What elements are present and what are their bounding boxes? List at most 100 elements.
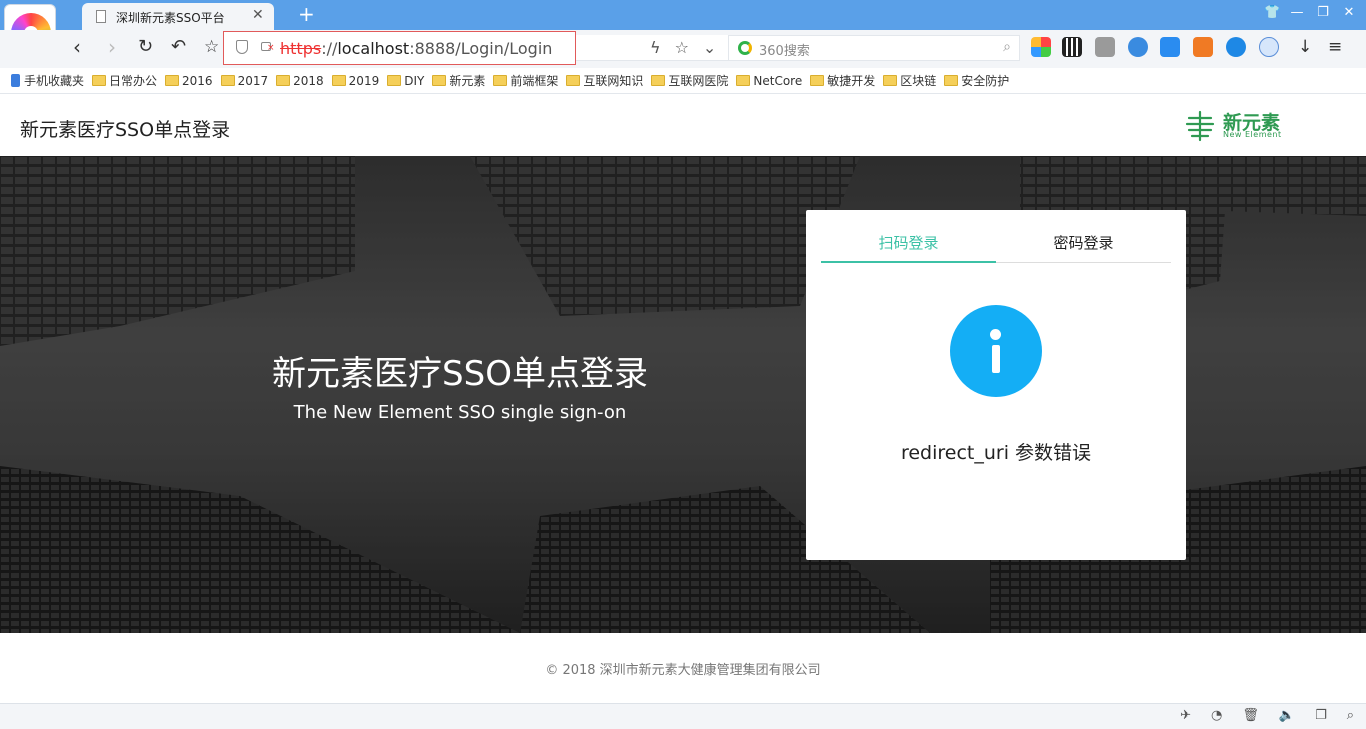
bookmark-item[interactable]: NetCore (736, 74, 802, 88)
folder-icon (387, 75, 402, 86)
search-engine-icon (738, 41, 752, 55)
bookmark-item[interactable]: 2018 (276, 74, 324, 88)
bookmark-item[interactable]: 敏捷开发 (810, 72, 875, 89)
folder-icon (944, 75, 959, 86)
folder-icon (432, 75, 447, 86)
bookmark-item[interactable]: 区块链 (883, 72, 936, 89)
bookmark-label: DIY (404, 73, 425, 88)
download-icon[interactable]: ↓ (1298, 37, 1312, 57)
trash-icon[interactable]: 🗑 (1242, 708, 1259, 723)
search-box[interactable]: 360搜索 ⌕ (728, 35, 1020, 61)
bookmark-label: 2017 (237, 73, 269, 88)
bookmark-item[interactable]: 2017 (220, 73, 269, 88)
chevron-down-icon[interactable]: ⌄ (703, 38, 716, 57)
phone-icon (11, 74, 20, 87)
bookmark-item[interactable]: 前端框架 (493, 72, 558, 89)
bookmark-label: 前端框架 (510, 74, 559, 88)
bookmark-label: 互联网医院 (668, 74, 729, 88)
insecure-lock-icon[interactable] (261, 42, 275, 53)
edit-extension-icon[interactable] (1160, 37, 1180, 57)
site-title: 新元素医疗SSO单点登录 (20, 119, 231, 141)
bookmark-star-icon[interactable]: ☆ (675, 38, 689, 57)
zoom-icon[interactable]: ⌕ (1347, 708, 1354, 723)
forward-icon[interactable]: › (108, 37, 116, 57)
bookmark-item[interactable]: 手机收藏夹 (11, 72, 84, 89)
folder-icon (92, 75, 107, 86)
folder-icon (566, 75, 581, 86)
bookmark-label: NetCore (753, 73, 803, 88)
favorite-star-icon[interactable]: ☆ (204, 37, 219, 57)
bookmark-label: 敏捷开发 (827, 74, 876, 88)
tab-qrcode-login[interactable]: 扫码登录 (821, 232, 996, 253)
bookmark-item[interactable]: 互联网知识 (566, 72, 643, 89)
bookmark-label: 日常办公 (109, 74, 158, 88)
bookmark-label: 2016 (182, 73, 213, 88)
folder-icon (736, 75, 751, 86)
folder-icon (651, 75, 666, 86)
bookmark-item[interactable]: 新元素 (432, 72, 485, 89)
tab-close-icon[interactable]: ✕ (252, 7, 264, 23)
lookup-extension-icon[interactable] (1193, 37, 1213, 57)
shield-icon[interactable] (236, 40, 248, 54)
qrcode-icon[interactable] (1062, 37, 1082, 57)
k-extension-icon[interactable] (1226, 37, 1246, 57)
lightning-icon[interactable]: ϟ (650, 38, 661, 57)
apps-grid-icon[interactable] (1031, 37, 1051, 57)
bookmark-label: 2019 (348, 73, 380, 88)
url-text[interactable]: https://localhost:8888/Login/Login (280, 39, 552, 58)
brand-name-en: New Element (1223, 130, 1282, 139)
bookmark-label: 区块链 (900, 74, 937, 88)
search-icon[interactable]: ⌕ (1003, 39, 1011, 55)
search-input[interactable]: 360搜索 (759, 40, 810, 59)
bookmark-item[interactable]: 安全防护 (944, 72, 1009, 89)
rp-extension-icon[interactable] (1095, 37, 1115, 57)
close-window-button[interactable]: ✕ (1342, 5, 1356, 20)
bookmark-label: 2018 (293, 73, 324, 88)
bookmark-label: 安全防护 (961, 74, 1010, 88)
info-icon (950, 305, 1042, 397)
site-header: 新元素医疗SSO单点登录 新元素 New Element (0, 95, 1366, 156)
pin-icon[interactable]: ✈ (1180, 708, 1191, 723)
speedup-icon[interactable]: ◔ (1211, 708, 1222, 723)
back-icon[interactable]: ‹ (73, 37, 81, 57)
bookmark-label: 互联网知识 (583, 74, 644, 88)
folder-icon (165, 75, 180, 86)
folder-icon (883, 75, 898, 86)
bookmark-item[interactable]: 互联网医院 (651, 72, 728, 89)
bookmark-item[interactable]: 2016 (165, 74, 213, 88)
folder-icon (331, 75, 346, 86)
menu-icon[interactable]: ≡ (1328, 37, 1342, 57)
tab-password-login[interactable]: 密码登录 (996, 232, 1171, 253)
new-tab-button[interactable]: + (298, 2, 315, 26)
login-card: 扫码登录 密码登录 redirect_uri 参数错误 (806, 210, 1186, 560)
bookmark-label: 手机收藏夹 (24, 74, 85, 88)
active-tab-indicator (821, 261, 996, 263)
bookmark-item[interactable]: 日常办公 (92, 72, 157, 89)
window-icon[interactable]: ❐ (1315, 708, 1327, 723)
hero-title: 新元素医疗SSO单点登录 (272, 354, 648, 394)
folder-icon (276, 75, 291, 86)
bookmark-item[interactable]: DIY (387, 74, 424, 88)
address-actions: ϟ ☆ ⌄ (650, 38, 716, 57)
skin-icon[interactable]: 👕 (1264, 5, 1280, 20)
address-bar[interactable]: https://localhost:8888/Login/Login (223, 31, 576, 65)
window-controls: 👕 — ❐ ✕ (1264, 5, 1356, 20)
hero-subtitle: The New Element SSO single sign-on (293, 402, 627, 423)
minimize-button[interactable]: — (1290, 5, 1304, 20)
minus-extension-icon[interactable] (1259, 37, 1279, 57)
maximize-button[interactable]: ❐ (1316, 5, 1330, 20)
browser-statusbar: ✈ ◔ 🗑 🔈 ❐ ⌕ (0, 703, 1366, 729)
brand-mark-icon (1185, 110, 1215, 142)
folder-icon (220, 75, 235, 86)
reload-icon[interactable]: ↻ (138, 37, 153, 57)
copyright-text: © 2018 深圳市新元素大健康管理集团有限公司 (545, 663, 821, 678)
undo-icon[interactable]: ↶ (171, 37, 186, 57)
browser-tab[interactable]: 深圳新元素SSO平台 ✕ (82, 3, 274, 30)
folder-icon (493, 75, 508, 86)
bookmark-item[interactable]: 2019 (331, 73, 380, 88)
page-icon (96, 10, 106, 23)
screenshot-extension-icon[interactable] (1128, 37, 1148, 57)
tab-title: 深圳新元素SSO平台 (116, 11, 225, 25)
sound-icon[interactable]: 🔈 (1279, 708, 1295, 723)
site-footer: © 2018 深圳市新元素大健康管理集团有限公司 (0, 633, 1366, 703)
